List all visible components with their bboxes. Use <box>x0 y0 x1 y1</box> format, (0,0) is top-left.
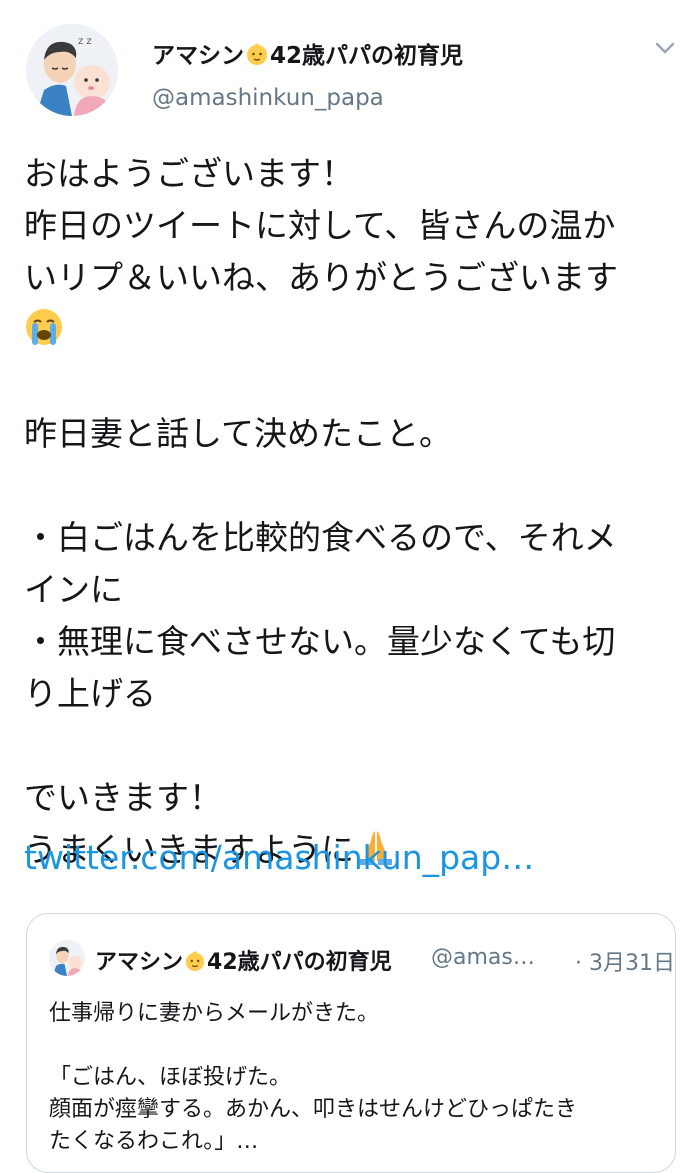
author-avatar[interactable]: z z <box>26 24 118 116</box>
avatar-illustration <box>49 940 85 976</box>
tweet-line: インに <box>24 570 123 609</box>
tweet-line-emoji <box>24 304 684 356</box>
baby-emoji-icon <box>247 43 267 65</box>
tweet-line: 昨日のツイートに対して、皆さんの温か <box>24 206 616 245</box>
quoted-tweet-body: 仕事帰りに妻からメールがきた。 「ごはん、ほぼ投げた。 顔面が痙攣する。あかん、… <box>49 998 659 1158</box>
quoted-author-handle[interactable]: @amas… <box>431 945 535 970</box>
author-handle[interactable]: @amashinkun_papa <box>152 85 384 111</box>
quoted-line: 「ごはん、ほぼ投げた。 <box>49 1065 292 1090</box>
quoted-date[interactable]: · 3月31日 <box>575 945 675 977</box>
avatar-illustration: z z <box>26 24 118 116</box>
tweet-line: ・白ごはんを比較的食べるので、それメ <box>24 518 617 557</box>
author-name-prefix: アマシン <box>152 43 244 69</box>
quoted-line: 仕事帰りに妻からメールがきた。 <box>49 1001 380 1026</box>
tweet-line: いリプ＆いいね、ありがとうございます <box>24 258 618 297</box>
quoted-name-suffix: 42歳パパの初育児 <box>207 950 392 975</box>
tweet-link[interactable]: twitter.com/amashinkun_pap… <box>24 838 534 877</box>
tweet-header: z z アマシン 42歳パパの初育児 @amashinkun_papa <box>0 0 700 130</box>
tweet-line: ・無理に食べさせない。量少なくても切 <box>24 622 616 661</box>
quoted-line: たくなるわこれ。」… <box>49 1129 259 1154</box>
author-name[interactable]: アマシン 42歳パパの初育児 <box>152 36 463 70</box>
tweet-line: り上げる <box>24 674 156 713</box>
tweet-body: おはようございます！ 昨日のツイートに対して、皆さんの温か いリプ＆いいね、あり… <box>24 148 684 876</box>
author-name-suffix: 42歳パパの初育児 <box>270 43 464 69</box>
quoted-author-name[interactable]: アマシン 42歳パパの初育児 <box>95 944 392 976</box>
tweet-line: 昨日妻と話して決めたこと。 <box>24 414 453 453</box>
svg-text:z z: z z <box>78 36 92 47</box>
tweet-line: でいきます！ <box>24 778 222 817</box>
loudly-crying-face-icon <box>26 309 62 345</box>
quoted-tweet-card[interactable]: アマシン 42歳パパの初育児 @amas… · 3月31日 仕事帰りに妻からメール… <box>26 913 676 1173</box>
quoted-name-prefix: アマシン <box>95 950 184 975</box>
tweet-line: おはようございます！ <box>24 154 354 193</box>
quoted-author-avatar[interactable] <box>49 940 85 976</box>
baby-emoji-icon <box>185 951 205 972</box>
quoted-line: 顔面が痙攣する。あかん、叩きはせんけどひっぱたき <box>49 1097 578 1122</box>
chevron-down-icon[interactable] <box>652 38 678 58</box>
